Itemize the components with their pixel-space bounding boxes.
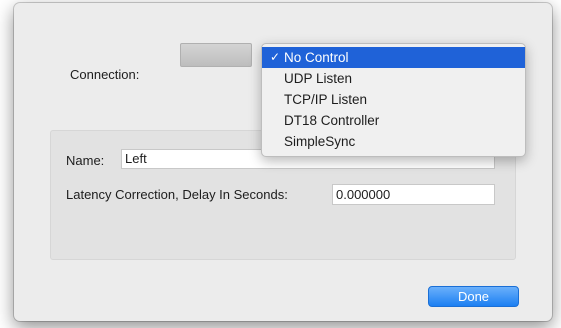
menu-item-label: TCP/IP Listen [284, 92, 368, 107]
connection-label: Connection: [70, 67, 140, 82]
menu-item-label: SimpleSync [284, 134, 356, 149]
menu-item-no-control[interactable]: ✓ No Control [262, 47, 525, 68]
menu-item-label: UDP Listen [284, 71, 353, 86]
menu-item-simplesync[interactable]: SimpleSync [262, 131, 525, 152]
menu-item-label: DT18 Controller [284, 113, 380, 128]
name-label: Name: [66, 153, 105, 168]
connection-dropdown-menu: ✓ No Control UDP Listen TCP/IP Listen DT… [261, 43, 526, 157]
checkmark-icon: ✓ [270, 50, 281, 64]
menu-item-tcpip-listen[interactable]: TCP/IP Listen [262, 89, 525, 110]
latency-field[interactable]: 0.000000 [332, 184, 495, 205]
dialog-window: Connection: Name: Left Latency Correctio… [14, 3, 552, 321]
latency-label: Latency Correction, Delay In Seconds: [66, 187, 288, 202]
done-button[interactable]: Done [428, 286, 519, 307]
connection-popup-button[interactable] [180, 43, 252, 67]
menu-item-label: No Control [284, 50, 349, 65]
menu-item-udp-listen[interactable]: UDP Listen [262, 68, 525, 89]
menu-item-dt18-controller[interactable]: DT18 Controller [262, 110, 525, 131]
